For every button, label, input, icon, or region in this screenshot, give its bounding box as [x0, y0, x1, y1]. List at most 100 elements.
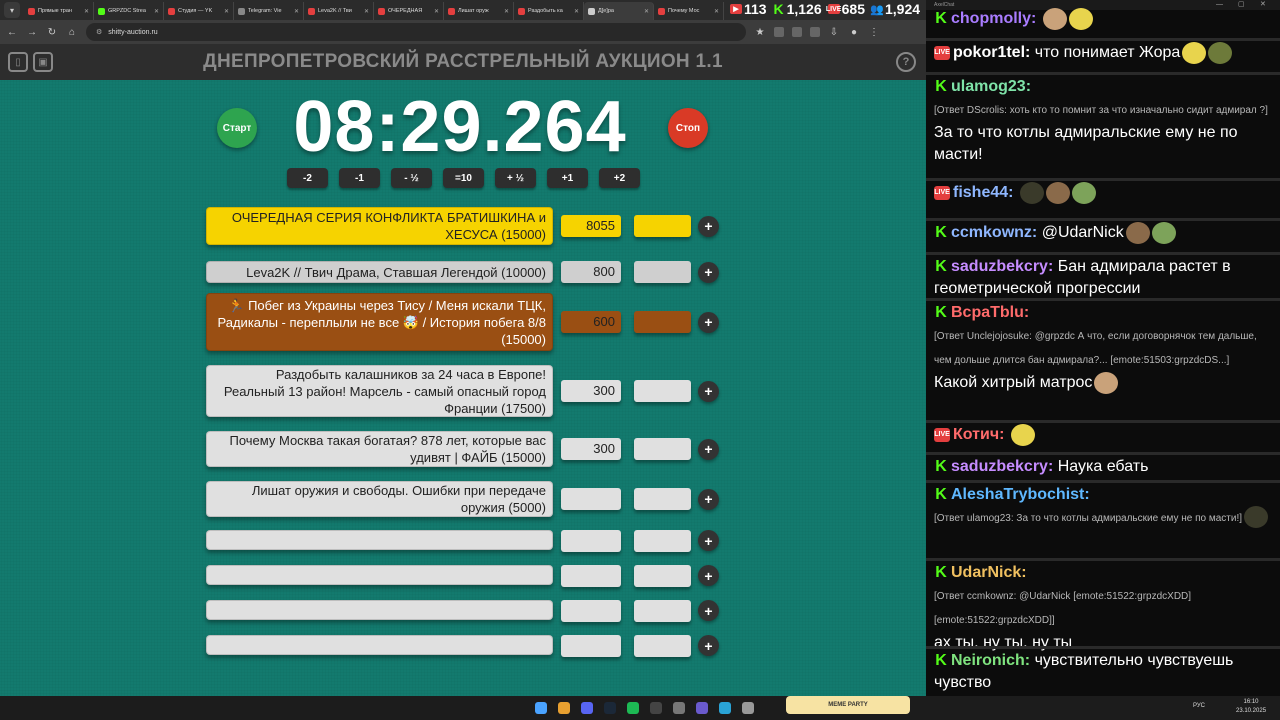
spotify-icon[interactable]	[627, 702, 639, 714]
browser-tab[interactable]: Почему Мос ✕	[654, 2, 724, 20]
lot-add-button[interactable]: +	[698, 530, 719, 551]
lot-name-field[interactable]: 🏃 Побег из Украины через Тису / Меня иск…	[206, 293, 553, 351]
chat-username[interactable]: saduzbekcry	[951, 458, 1048, 475]
chat-username[interactable]: ulamog23	[951, 78, 1026, 95]
lot-amount-input[interactable]	[561, 565, 621, 587]
home-icon[interactable]: ⌂	[66, 27, 78, 38]
download-icon[interactable]: ⇩	[828, 27, 840, 38]
lot-amount-input[interactable]	[561, 600, 621, 622]
tab-close-icon[interactable]: ✕	[224, 8, 229, 15]
menu-dots-icon[interactable]: ⋮	[868, 27, 880, 38]
lot-add-button[interactable]: +	[698, 600, 719, 621]
extension-icon[interactable]	[810, 27, 820, 37]
lot-name-field[interactable]: Лишат оружия и свободы. Ошибки при перед…	[206, 481, 553, 517]
lot-add-amount-input[interactable]	[634, 600, 691, 622]
lot-name-field[interactable]	[206, 600, 553, 620]
lot-add-button[interactable]: +	[698, 635, 719, 656]
extension-icon[interactable]	[792, 27, 802, 37]
browser-tab[interactable]: Telegram: Vie ✕	[234, 2, 304, 20]
lot-add-amount-input[interactable]	[634, 215, 691, 237]
app-icon[interactable]	[673, 702, 685, 714]
lot-amount-input[interactable]	[561, 530, 621, 552]
lot-add-amount-input[interactable]	[634, 438, 691, 460]
tab-close-icon[interactable]: ✕	[714, 8, 719, 15]
tab-close-icon[interactable]: ✕	[434, 8, 439, 15]
tab-close-icon[interactable]: ✕	[154, 8, 159, 15]
forward-icon[interactable]: →	[26, 27, 38, 38]
lot-amount-input[interactable]: 300	[561, 380, 621, 402]
lot-name-field[interactable]: Раздобыть калашников за 24 часа в Европе…	[206, 365, 553, 417]
app-icon[interactable]	[742, 702, 754, 714]
site-info-icon[interactable]: ⚙	[96, 28, 102, 36]
lot-add-amount-input[interactable]	[634, 635, 691, 657]
browser-tab[interactable]: Студия — YK ✕	[164, 2, 234, 20]
lot-add-amount-input[interactable]	[634, 488, 691, 510]
chat-username[interactable]: pokor1tel	[953, 44, 1025, 61]
browser-tab[interactable]: Раздобыть ка ✕	[514, 2, 584, 20]
extension-icon[interactable]	[774, 27, 784, 37]
bookmark-star-icon[interactable]: ★	[754, 27, 766, 38]
lot-add-button[interactable]: +	[698, 438, 719, 460]
tab-close-icon[interactable]: ✕	[574, 8, 579, 15]
chat-username[interactable]: saduzbekcry	[951, 258, 1048, 275]
tab-close-icon[interactable]: ✕	[84, 8, 89, 15]
lot-name-field[interactable]	[206, 565, 553, 585]
browser-tab[interactable]: ОЧЕРЕДНАЯ ✕	[374, 2, 444, 20]
lot-amount-input[interactable]	[561, 635, 621, 657]
lot-name-field[interactable]	[206, 635, 553, 655]
reload-icon[interactable]: ↻	[46, 27, 58, 38]
browser-tab[interactable]: GRPZDC Strea ✕	[94, 2, 164, 20]
stop-button[interactable]: Стоп	[668, 108, 708, 148]
tab-close-icon[interactable]: ✕	[644, 8, 649, 15]
start-menu-icon[interactable]	[535, 702, 547, 714]
browser-tab[interactable]: Прямые тран ✕	[24, 2, 94, 20]
lot-add-amount-input[interactable]	[634, 380, 691, 402]
tab-close-icon[interactable]: ✕	[364, 8, 369, 15]
app-icon[interactable]	[696, 702, 708, 714]
lot-add-button[interactable]: +	[698, 311, 719, 333]
lot-add-button[interactable]: +	[698, 261, 719, 283]
chrome-icon[interactable]	[558, 702, 570, 714]
lot-name-field[interactable]	[206, 530, 553, 550]
discord-icon[interactable]	[581, 702, 593, 714]
lot-name-field[interactable]: Почему Москва такая богатая? 878 лет, ко…	[206, 431, 553, 467]
lot-add-amount-input[interactable]	[634, 261, 691, 283]
chat-username[interactable]: BcpaTblu	[951, 304, 1024, 321]
meme-party-widget[interactable]: MEME PARTY	[786, 696, 910, 714]
time-adjust-button[interactable]: + ½	[495, 168, 536, 188]
tab-search-icon[interactable]: ▾	[4, 2, 20, 18]
lot-add-button[interactable]: +	[698, 215, 719, 237]
profile-icon[interactable]: ●	[848, 27, 860, 38]
time-adjust-button[interactable]: - ½	[391, 168, 432, 188]
lot-add-button[interactable]: +	[698, 488, 719, 510]
help-button[interactable]: ?	[896, 52, 916, 72]
lot-add-button[interactable]: +	[698, 380, 719, 402]
lot-amount-input[interactable]: 600	[561, 311, 621, 333]
lot-name-field[interactable]: ОЧЕРЕДНАЯ СЕРИЯ КОНФЛИКТА БРАТИШКИНА и Х…	[206, 207, 553, 245]
lot-name-field[interactable]: Leva2K // Твич Драма, Ставшая Легендой (…	[206, 261, 553, 283]
lot-add-amount-input[interactable]	[634, 530, 691, 552]
clock[interactable]: 16:10 23.10.2025	[1236, 698, 1266, 716]
chat-username[interactable]: UdarNick	[951, 564, 1021, 581]
steam-icon[interactable]	[604, 702, 616, 714]
time-adjust-button[interactable]: +2	[599, 168, 640, 188]
lot-amount-input[interactable]: 800	[561, 261, 621, 283]
tab-close-icon[interactable]: ✕	[504, 8, 509, 15]
time-adjust-button[interactable]: -2	[287, 168, 328, 188]
lot-add-amount-input[interactable]	[634, 565, 691, 587]
chat-username[interactable]: chopmolly	[951, 10, 1031, 27]
browser-tab[interactable]: Д[e]ра ✕	[584, 2, 654, 20]
lot-amount-input[interactable]: 8055	[561, 215, 621, 237]
chat-username[interactable]: fishe44	[953, 184, 1008, 201]
start-button[interactable]: Старт	[217, 108, 257, 148]
back-icon[interactable]: ←	[6, 27, 18, 38]
lot-amount-input[interactable]	[561, 488, 621, 510]
chat-username[interactable]: Котич	[953, 426, 999, 443]
tab-close-icon[interactable]: ✕	[294, 8, 299, 15]
lot-add-amount-input[interactable]	[634, 311, 691, 333]
browser-tab[interactable]: Лишат оруж ✕	[444, 2, 514, 20]
time-adjust-button[interactable]: -1	[339, 168, 380, 188]
chat-username[interactable]: AleshaTrybochist	[951, 486, 1084, 503]
time-adjust-button[interactable]: +1	[547, 168, 588, 188]
lot-add-button[interactable]: +	[698, 565, 719, 586]
